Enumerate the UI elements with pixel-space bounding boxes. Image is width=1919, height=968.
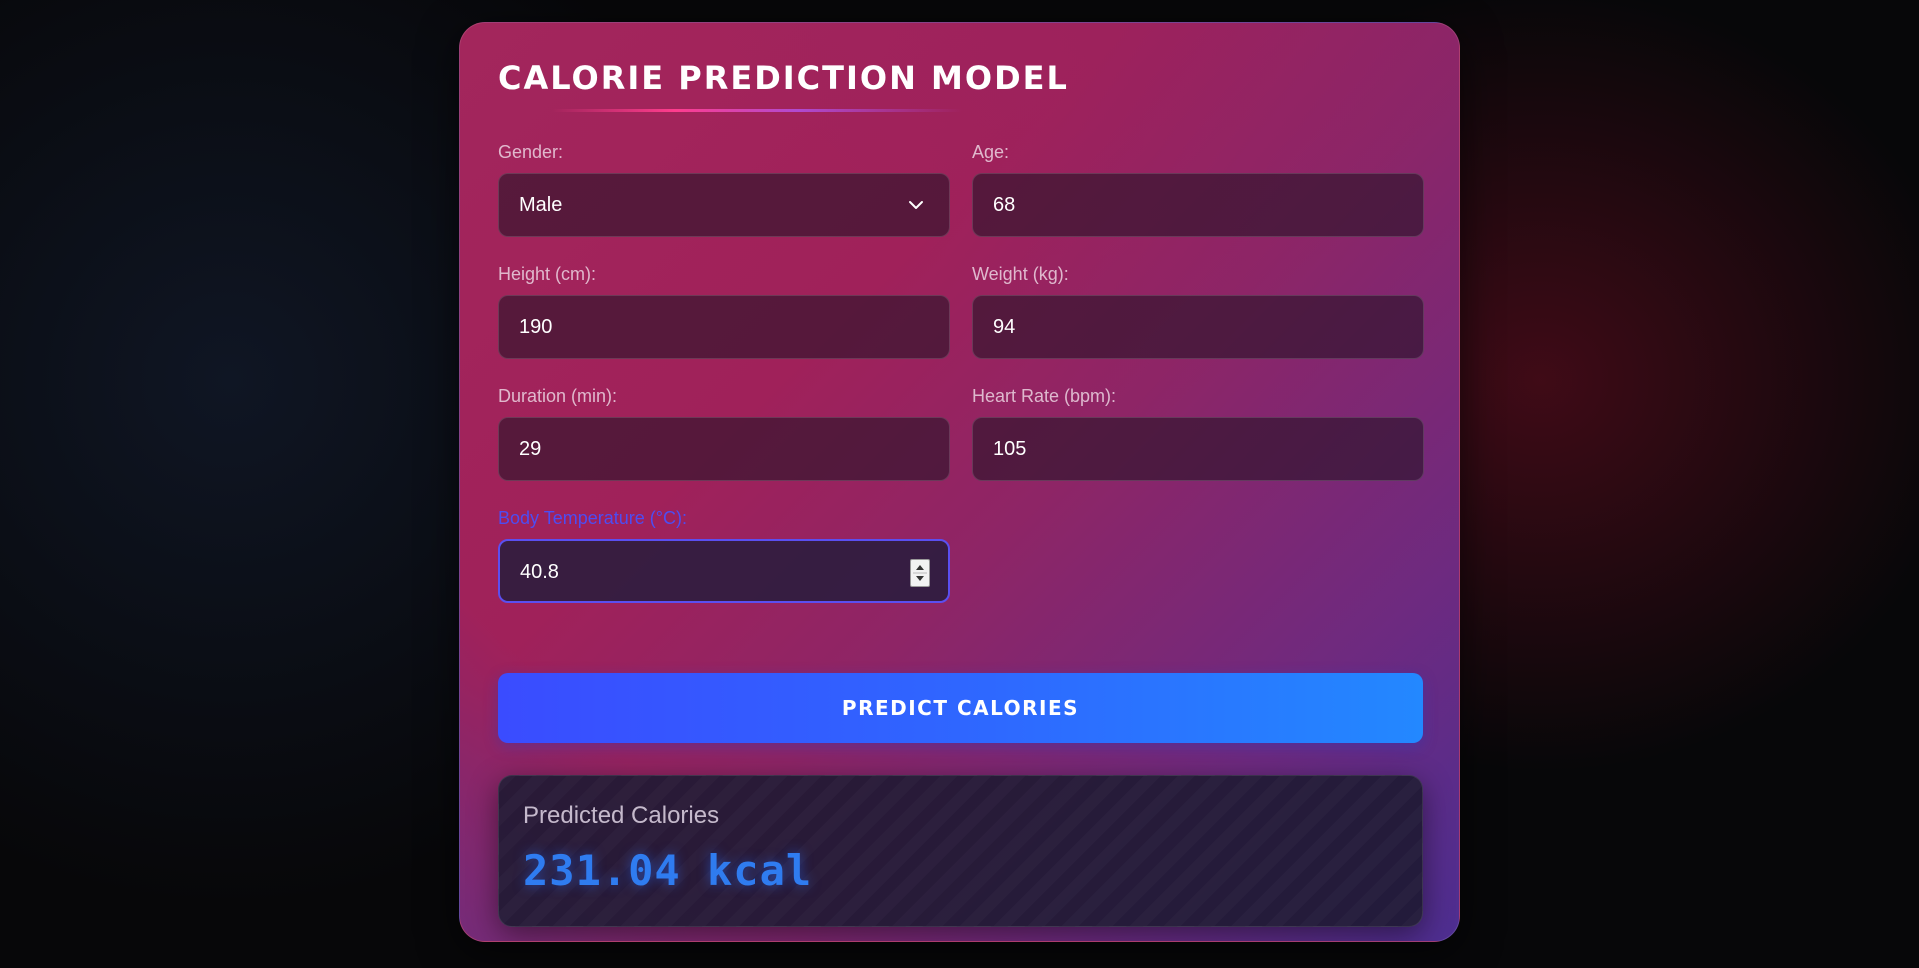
heart-rate-input[interactable] bbox=[993, 418, 1403, 481]
duration-input-box[interactable] bbox=[498, 417, 950, 481]
weight-field: Weight (kg): bbox=[972, 263, 1424, 359]
gender-label: Gender: bbox=[498, 142, 564, 162]
age-input-box[interactable] bbox=[972, 173, 1424, 237]
weight-label: Weight (kg): bbox=[972, 264, 1069, 284]
body-temp-input-box[interactable] bbox=[498, 539, 950, 603]
page-title: Calorie Prediction Model bbox=[498, 59, 1069, 97]
age-label: Age: bbox=[972, 142, 1010, 162]
gender-field: Gender: Male bbox=[498, 141, 950, 237]
result-value: 231.04 kcal bbox=[523, 846, 813, 895]
age-field: Age: bbox=[972, 141, 1424, 237]
height-field: Height (cm): bbox=[498, 263, 950, 359]
gender-select[interactable]: Male bbox=[498, 173, 950, 237]
prediction-card: Calorie Prediction Model Gender: Male Ag… bbox=[459, 22, 1460, 942]
body-temp-label: Body Temperature (°C): bbox=[498, 508, 687, 528]
result-label: Predicted Calories bbox=[523, 802, 720, 829]
predict-calories-button[interactable]: PREDICT CALORIES bbox=[498, 673, 1423, 743]
result-panel: Predicted Calories 231.04 kcal bbox=[498, 775, 1423, 927]
title-underline bbox=[552, 109, 962, 112]
heart-rate-label: Heart Rate (bpm): bbox=[972, 386, 1117, 406]
duration-input[interactable] bbox=[519, 418, 929, 481]
weight-input-box[interactable] bbox=[972, 295, 1424, 359]
weight-input[interactable] bbox=[993, 296, 1403, 359]
height-input[interactable] bbox=[519, 296, 929, 359]
gender-value: Male bbox=[519, 194, 563, 216]
body-temp-field: Body Temperature (°C): bbox=[498, 507, 950, 603]
duration-label: Duration (min): bbox=[498, 386, 618, 406]
duration-field: Duration (min): bbox=[498, 385, 950, 481]
body-temp-input[interactable] bbox=[520, 541, 928, 603]
height-input-box[interactable] bbox=[498, 295, 950, 359]
chevron-down-icon bbox=[909, 201, 923, 209]
heart-rate-field: Heart Rate (bpm): bbox=[972, 385, 1424, 481]
number-spinner-icon[interactable] bbox=[910, 559, 930, 587]
height-label: Height (cm): bbox=[498, 264, 597, 284]
age-input[interactable] bbox=[993, 174, 1403, 237]
heart-rate-input-box[interactable] bbox=[972, 417, 1424, 481]
